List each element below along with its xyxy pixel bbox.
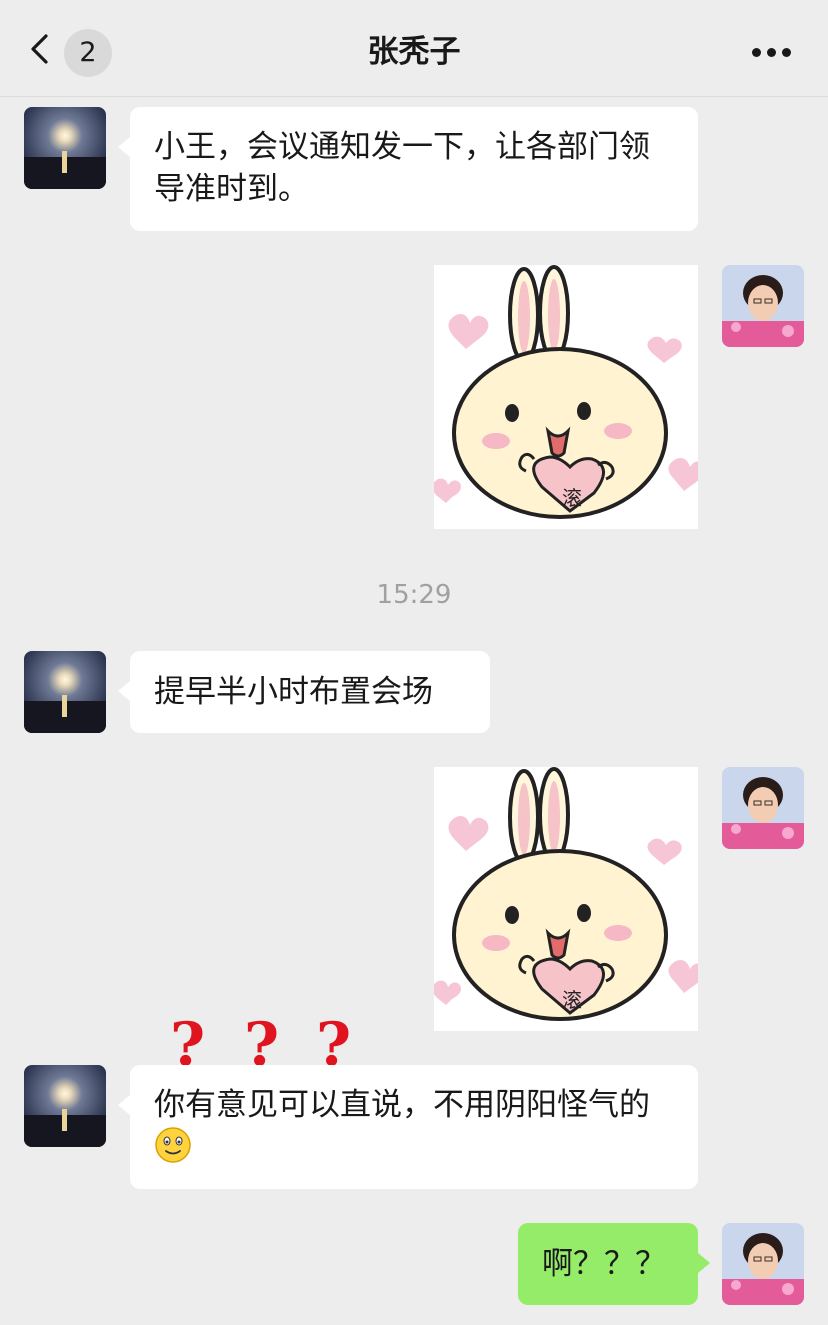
bunny-sticker[interactable]: 滚 <box>434 265 698 529</box>
outgoing-message-bubble[interactable]: 啊？？？ <box>518 1223 710 1305</box>
bunny-heart-sticker-image: 滚 <box>434 767 698 1021</box>
smile-emoji-icon <box>155 1127 191 1163</box>
incoming-message-bubble[interactable]: 小王，会议通知发一下，让各部门领导准时到。 <box>118 107 698 231</box>
sticker-caption: 滚 <box>562 486 582 510</box>
woman-avatar-image <box>722 1223 804 1305</box>
sticker-caption: 滚 <box>562 988 582 1012</box>
my-avatar[interactable] <box>722 767 804 849</box>
sunset-avatar-image <box>24 1065 106 1147</box>
contact-avatar[interactable] <box>24 651 106 733</box>
sunset-avatar-image <box>24 107 106 189</box>
woman-avatar-image <box>722 767 804 849</box>
chat-timestamp: 15:29 <box>376 580 452 610</box>
contact-avatar[interactable] <box>24 107 106 189</box>
incoming-message-bubble[interactable]: 你有意见可以直说，不用阴阳怪气的 <box>118 1065 698 1189</box>
woman-avatar-image <box>722 265 804 347</box>
chat-header: 2 张秃子 <box>0 0 828 97</box>
incoming-message-bubble[interactable]: 提早半小时布置会场 <box>118 651 490 733</box>
message-text: 提早半小时布置会场 <box>154 674 433 710</box>
more-dots-icon[interactable] <box>752 48 792 58</box>
bunny-heart-sticker-image: 滚 <box>434 265 698 519</box>
message-text: 啊？？？ <box>542 1246 666 1282</box>
message-text: 你有意见可以直说，不用阴阳怪气的 <box>154 1087 650 1123</box>
my-avatar[interactable] <box>722 1223 804 1305</box>
message-text: 小王，会议通知发一下，让各部门领导准时到。 <box>154 129 650 207</box>
bunny-sticker[interactable]: 滚 <box>434 767 698 1031</box>
contact-avatar[interactable] <box>24 1065 106 1147</box>
sunset-avatar-image <box>24 651 106 733</box>
chat-title: 张秃子 <box>367 34 461 70</box>
my-avatar[interactable] <box>722 265 804 347</box>
